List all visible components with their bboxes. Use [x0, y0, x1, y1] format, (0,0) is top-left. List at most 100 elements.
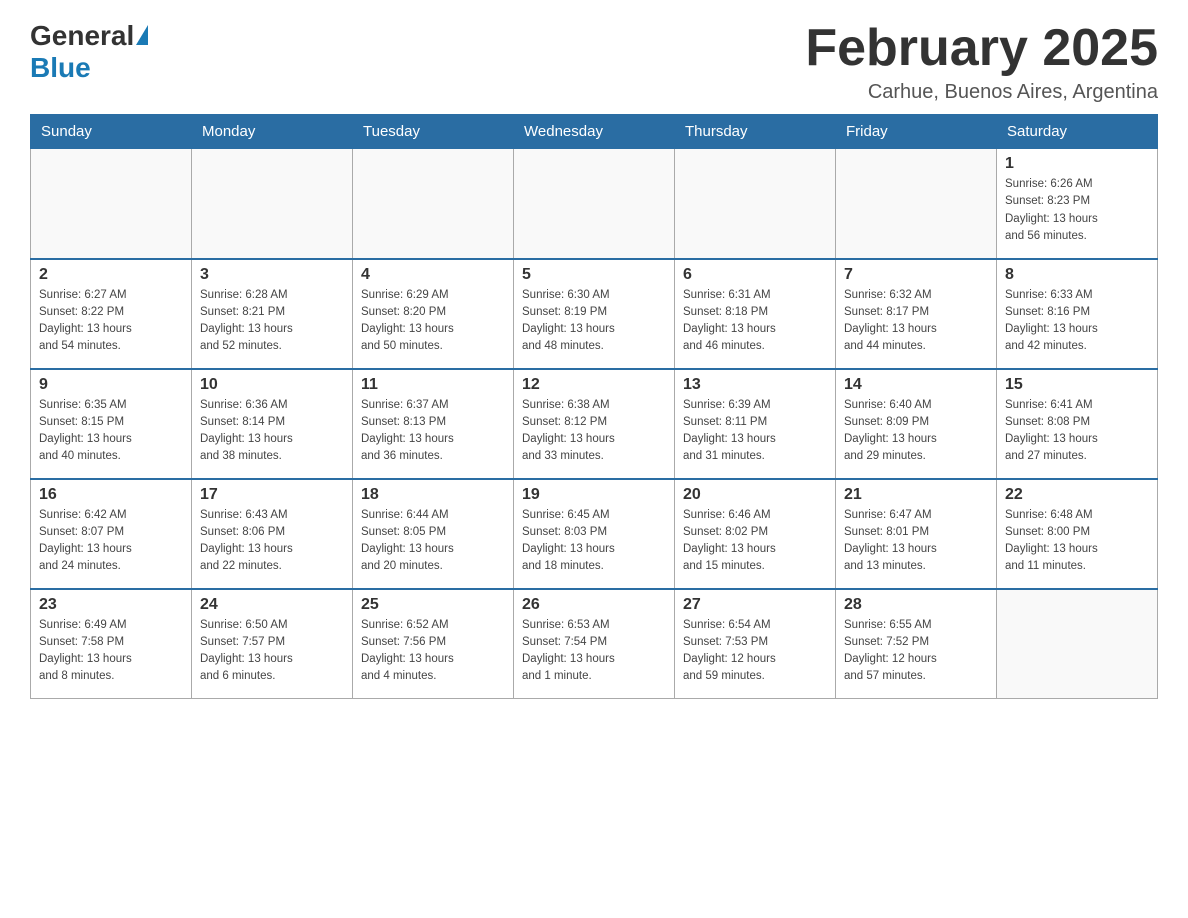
day-number: 22: [1005, 486, 1149, 504]
day-info: Sunrise: 6:35 AM Sunset: 8:15 PM Dayligh…: [39, 397, 183, 466]
day-number: 20: [683, 486, 827, 504]
calendar-week-row: 2Sunrise: 6:27 AM Sunset: 8:22 PM Daylig…: [31, 259, 1158, 369]
calendar-day-cell: 12Sunrise: 6:38 AM Sunset: 8:12 PM Dayli…: [514, 369, 675, 479]
day-number: 19: [522, 486, 666, 504]
calendar-day-cell: 8 Sunrise: 6:33 AM Sunset: 8:16 PM Daylig…: [997, 259, 1158, 369]
calendar-day-cell: 16 Sunrise: 6:42 AM Sunset: 8:07 PM Dayli…: [31, 479, 192, 589]
calendar-table: SundayMondayTuesdayWednesdayThursdayFrid…: [30, 114, 1158, 699]
day-info: Sunrise: 6:37 AM Sunset: 8:13 PM Dayligh…: [361, 397, 505, 466]
logo: General Blue: [30, 20, 148, 84]
calendar-day-cell: 5Sunrise: 6:30 AM Sunset: 8:19 PM Daylig…: [514, 259, 675, 369]
day-number: 7: [844, 266, 988, 284]
day-info: Sunrise: 6:28 AM Sunset: 8:21 PM Dayligh…: [200, 287, 344, 356]
day-info: Sunrise: 6:27 AM Sunset: 8:22 PM Dayligh…: [39, 287, 183, 356]
day-number: 26: [522, 596, 666, 614]
calendar-day-header: Thursday: [675, 115, 836, 149]
calendar-week-row: 1 Sunrise: 6:26 AM Sunset: 8:23 PM Daylig…: [31, 149, 1158, 259]
calendar-day-cell: 21 Sunrise: 6:47 AM Sunset: 8:01 PM Dayli…: [836, 479, 997, 589]
day-number: 13: [683, 376, 827, 394]
day-number: 18: [361, 486, 505, 504]
day-info: Sunrise: 6:54 AM Sunset: 7:53 PM Dayligh…: [683, 617, 827, 686]
calendar-week-row: 23Sunrise: 6:49 AM Sunset: 7:58 PM Dayli…: [31, 589, 1158, 699]
calendar-day-cell: 11Sunrise: 6:37 AM Sunset: 8:13 PM Dayli…: [353, 369, 514, 479]
day-number: 27: [683, 596, 827, 614]
calendar-day-cell: 2Sunrise: 6:27 AM Sunset: 8:22 PM Daylig…: [31, 259, 192, 369]
day-info: Sunrise: 6:52 AM Sunset: 7:56 PM Dayligh…: [361, 617, 505, 686]
day-number: 16: [39, 486, 183, 504]
calendar-day-cell: [675, 149, 836, 259]
logo-triangle-icon: [136, 25, 148, 45]
calendar-day-cell: [192, 149, 353, 259]
day-info: Sunrise: 6:50 AM Sunset: 7:57 PM Dayligh…: [200, 617, 344, 686]
calendar-week-row: 9 Sunrise: 6:35 AM Sunset: 8:15 PM Daylig…: [31, 369, 1158, 479]
day-info: Sunrise: 6:26 AM Sunset: 8:23 PM Dayligh…: [1005, 176, 1149, 245]
calendar-day-cell: 9 Sunrise: 6:35 AM Sunset: 8:15 PM Daylig…: [31, 369, 192, 479]
calendar-day-cell: 10Sunrise: 6:36 AM Sunset: 8:14 PM Dayli…: [192, 369, 353, 479]
calendar-day-cell: 20 Sunrise: 6:46 AM Sunset: 8:02 PM Dayli…: [675, 479, 836, 589]
day-number: 8: [1005, 266, 1149, 284]
day-number: 17: [200, 486, 344, 504]
day-number: 24: [200, 596, 344, 614]
day-info: Sunrise: 6:55 AM Sunset: 7:52 PM Dayligh…: [844, 617, 988, 686]
calendar-day-cell: [31, 149, 192, 259]
page-header: General Blue February 2025 Carhue, Bueno…: [30, 20, 1158, 104]
day-info: Sunrise: 6:42 AM Sunset: 8:07 PM Dayligh…: [39, 507, 183, 576]
calendar-day-cell: 19Sunrise: 6:45 AM Sunset: 8:03 PM Dayli…: [514, 479, 675, 589]
calendar-day-cell: 13Sunrise: 6:39 AM Sunset: 8:11 PM Dayli…: [675, 369, 836, 479]
day-number: 5: [522, 266, 666, 284]
day-number: 21: [844, 486, 988, 504]
day-number: 12: [522, 376, 666, 394]
calendar-day-cell: 1 Sunrise: 6:26 AM Sunset: 8:23 PM Daylig…: [997, 149, 1158, 259]
calendar-day-header: Wednesday: [514, 115, 675, 149]
day-info: Sunrise: 6:49 AM Sunset: 7:58 PM Dayligh…: [39, 617, 183, 686]
calendar-day-cell: 17 Sunrise: 6:43 AM Sunset: 8:06 PM Dayli…: [192, 479, 353, 589]
calendar-day-cell: [997, 589, 1158, 699]
calendar-day-cell: 26 Sunrise: 6:53 AM Sunset: 7:54 PM Dayli…: [514, 589, 675, 699]
calendar-day-cell: 27 Sunrise: 6:54 AM Sunset: 7:53 PM Dayli…: [675, 589, 836, 699]
day-info: Sunrise: 6:44 AM Sunset: 8:05 PM Dayligh…: [361, 507, 505, 576]
calendar-day-cell: [514, 149, 675, 259]
day-info: Sunrise: 6:29 AM Sunset: 8:20 PM Dayligh…: [361, 287, 505, 356]
calendar-day-cell: 3 Sunrise: 6:28 AM Sunset: 8:21 PM Daylig…: [192, 259, 353, 369]
day-number: 1: [1005, 155, 1149, 173]
day-number: 25: [361, 596, 505, 614]
day-number: 3: [200, 266, 344, 284]
day-info: Sunrise: 6:36 AM Sunset: 8:14 PM Dayligh…: [200, 397, 344, 466]
calendar-day-header: Friday: [836, 115, 997, 149]
day-info: Sunrise: 6:33 AM Sunset: 8:16 PM Dayligh…: [1005, 287, 1149, 356]
calendar-day-cell: 14 Sunrise: 6:40 AM Sunset: 8:09 PM Dayli…: [836, 369, 997, 479]
day-info: Sunrise: 6:40 AM Sunset: 8:09 PM Dayligh…: [844, 397, 988, 466]
day-info: Sunrise: 6:48 AM Sunset: 8:00 PM Dayligh…: [1005, 507, 1149, 576]
day-info: Sunrise: 6:43 AM Sunset: 8:06 PM Dayligh…: [200, 507, 344, 576]
calendar-day-cell: 18 Sunrise: 6:44 AM Sunset: 8:05 PM Dayli…: [353, 479, 514, 589]
calendar-day-header: Tuesday: [353, 115, 514, 149]
day-info: Sunrise: 6:41 AM Sunset: 8:08 PM Dayligh…: [1005, 397, 1149, 466]
day-info: Sunrise: 6:32 AM Sunset: 8:17 PM Dayligh…: [844, 287, 988, 356]
calendar-day-cell: [836, 149, 997, 259]
title-section: February 2025 Carhue, Buenos Aires, Arge…: [805, 20, 1158, 104]
calendar-day-header: Saturday: [997, 115, 1158, 149]
day-info: Sunrise: 6:31 AM Sunset: 8:18 PM Dayligh…: [683, 287, 827, 356]
day-info: Sunrise: 6:47 AM Sunset: 8:01 PM Dayligh…: [844, 507, 988, 576]
calendar-day-cell: 6 Sunrise: 6:31 AM Sunset: 8:18 PM Daylig…: [675, 259, 836, 369]
logo-blue-text: Blue: [30, 52, 91, 84]
location-text: Carhue, Buenos Aires, Argentina: [805, 81, 1158, 104]
day-info: Sunrise: 6:53 AM Sunset: 7:54 PM Dayligh…: [522, 617, 666, 686]
calendar-day-cell: 28 Sunrise: 6:55 AM Sunset: 7:52 PM Dayli…: [836, 589, 997, 699]
logo-general-text: General: [30, 20, 134, 52]
day-number: 14: [844, 376, 988, 394]
day-number: 6: [683, 266, 827, 284]
calendar-day-cell: [353, 149, 514, 259]
calendar-week-row: 16 Sunrise: 6:42 AM Sunset: 8:07 PM Dayli…: [31, 479, 1158, 589]
day-number: 4: [361, 266, 505, 284]
calendar-day-cell: 7 Sunrise: 6:32 AM Sunset: 8:17 PM Daylig…: [836, 259, 997, 369]
calendar-day-cell: 22 Sunrise: 6:48 AM Sunset: 8:00 PM Dayli…: [997, 479, 1158, 589]
calendar-day-cell: 23Sunrise: 6:49 AM Sunset: 7:58 PM Dayli…: [31, 589, 192, 699]
month-title: February 2025: [805, 20, 1158, 77]
day-number: 9: [39, 376, 183, 394]
calendar-day-cell: 25 Sunrise: 6:52 AM Sunset: 7:56 PM Dayli…: [353, 589, 514, 699]
calendar-day-header: Monday: [192, 115, 353, 149]
calendar-day-header: Sunday: [31, 115, 192, 149]
day-info: Sunrise: 6:46 AM Sunset: 8:02 PM Dayligh…: [683, 507, 827, 576]
day-number: 28: [844, 596, 988, 614]
